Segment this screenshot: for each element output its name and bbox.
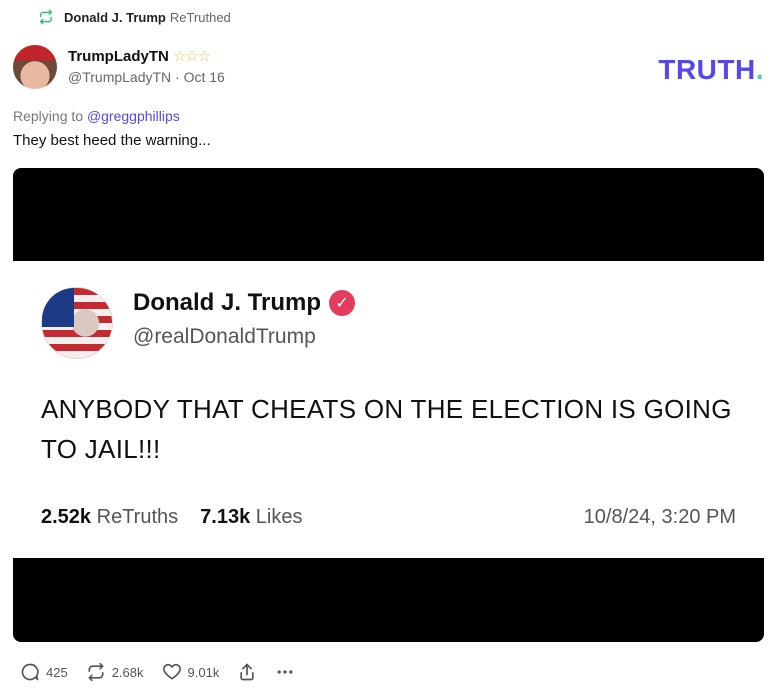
heart-icon (162, 663, 181, 680)
post-text: They best heed the warning... (13, 132, 211, 149)
ellipsis-icon (277, 670, 293, 674)
embedded-author-name: Donald J. Trump (133, 289, 322, 316)
embedded-likes-label: Likes (255, 506, 303, 528)
embedded-likes-count: 7.13k (200, 506, 251, 528)
author-block: TrumpLadyTN ☆☆☆ @TrumpLadyTN · Oct 16 (68, 47, 225, 86)
author-handle-date: @TrumpLadyTN · Oct 16 (68, 69, 225, 85)
retruth-action-icon (88, 662, 104, 682)
logo-text: TRUTH (658, 54, 756, 85)
retruth-user-link[interactable]: Donald J. Trump (64, 10, 166, 25)
truth-logo: TRUTH. (658, 54, 764, 86)
embedded-retruths-label: ReTruths (96, 506, 179, 528)
author-name[interactable]: TrumpLadyTN (68, 48, 169, 65)
retruth-label: ReTruthed (169, 9, 231, 25)
like-button[interactable]: 9.01k (162, 662, 220, 682)
reply-icon (21, 663, 39, 681)
attached-image[interactable]: Donald J. Trump ✓ @realDonaldTrump ANYBO… (13, 168, 764, 642)
reply-mention-link[interactable]: @greggphillips (87, 108, 180, 124)
retruth-count: 2.68k (111, 664, 144, 680)
embedded-post-card: Donald J. Trump ✓ @realDonaldTrump ANYBO… (13, 261, 764, 558)
embedded-retruths-count: 2.52k (41, 506, 92, 528)
like-count: 9.01k (187, 664, 220, 680)
share-button[interactable] (237, 662, 257, 682)
embedded-avatar (41, 287, 113, 359)
reply-count: 425 (46, 664, 68, 680)
reply-prefix: Replying to (13, 108, 84, 124)
embedded-post-text: ANYBODY THAT CHEATS ON THE ELECTION IS G… (41, 394, 732, 464)
action-bar: 425 2.68k 9.01k (20, 662, 295, 682)
embedded-timestamp: 10/8/24, 3:20 PM (583, 506, 736, 528)
embedded-handle: @realDonaldTrump (133, 325, 316, 348)
embedded-stats: 2.52k ReTruths 7.13k Likes (41, 506, 302, 529)
retruth-button[interactable]: 2.68k (86, 662, 144, 682)
share-icon (240, 663, 254, 681)
retruth-icon (39, 9, 53, 25)
reply-line: Replying to @greggphillips (13, 108, 180, 124)
star-badge-icon: ☆☆☆ (172, 48, 211, 65)
reply-button[interactable]: 425 (20, 662, 68, 682)
more-options-button[interactable] (275, 662, 295, 682)
avatar[interactable] (13, 45, 57, 89)
verified-badge-icon: ✓ (329, 290, 356, 316)
logo-dot: . (755, 54, 764, 85)
retruth-header: Donald J. Trump ReTruthed (38, 9, 231, 25)
